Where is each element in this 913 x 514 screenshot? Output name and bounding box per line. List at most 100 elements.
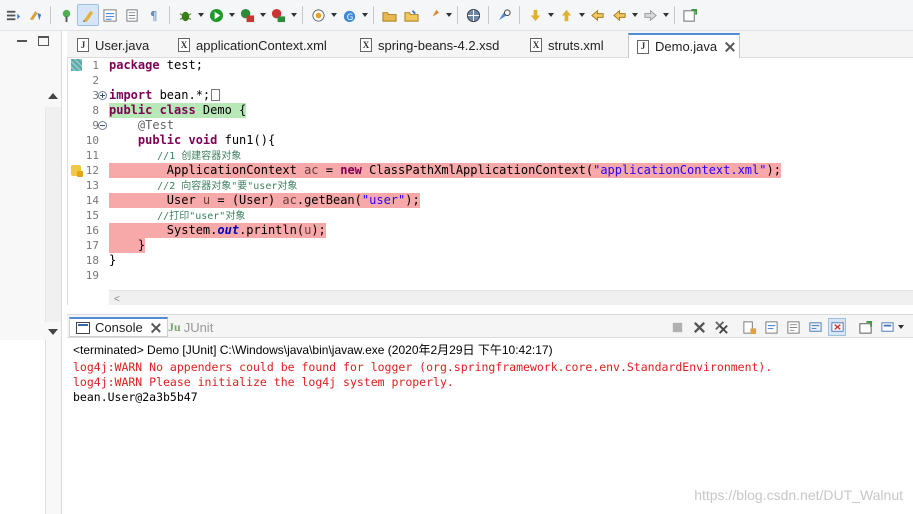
pin-icon[interactable] — [55, 4, 77, 26]
console-line: bean.User@2a3b5b47 — [73, 390, 198, 404]
web-browser-icon[interactable] — [462, 4, 484, 26]
java-file-icon: J — [77, 38, 89, 52]
toggle-view-icon[interactable] — [2, 4, 24, 26]
breadcrumb-icon[interactable] — [99, 4, 121, 26]
close-icon[interactable] — [725, 42, 735, 52]
coverage-icon[interactable] — [236, 4, 258, 26]
tab-user-java[interactable]: J User.java — [69, 33, 149, 57]
word-wrap-icon[interactable] — [762, 318, 780, 336]
tab-spring-beans-xsd[interactable]: X spring-beans-4.2.xsd — [352, 33, 499, 57]
console-output[interactable]: <terminated> Demo [JUnit] C:\Windows\jav… — [67, 338, 913, 514]
editor-tab-bar: J User.java X applicationContext.xml X s… — [67, 31, 913, 58]
junit-tab-label: JUnit — [183, 319, 214, 335]
tab-console[interactable]: Console — [69, 317, 168, 337]
launch-dropdown[interactable] — [444, 4, 453, 26]
vertical-scrollbar[interactable] — [45, 107, 61, 322]
watermark: https://blog.csdn.net/DUT_Walnut — [694, 487, 903, 503]
code-line: //2 向容器对象"要"user对象 — [109, 181, 298, 192]
display-selected-icon[interactable] — [806, 318, 824, 336]
tab-demo-java[interactable]: J Demo.java — [628, 33, 740, 58]
line-number: 18 — [85, 254, 99, 267]
external-tools-dropdown[interactable] — [289, 4, 298, 26]
toolbar-separator — [302, 6, 303, 24]
svg-text:¶: ¶ — [149, 9, 157, 23]
line-number: 2 — [92, 74, 99, 87]
new-java-class-dropdown[interactable] — [360, 4, 369, 26]
xml-file-icon: X — [530, 38, 542, 52]
back-dropdown[interactable] — [630, 4, 639, 26]
open-folder-icon[interactable] — [400, 4, 422, 26]
new-java-class-icon[interactable]: G — [338, 4, 360, 26]
block-selection-icon[interactable] — [121, 4, 143, 26]
tab-junit[interactable]: Ju JUnit — [168, 317, 213, 337]
back-icon[interactable] — [608, 4, 630, 26]
run-dropdown[interactable] — [227, 4, 236, 26]
expand-fold-icon[interactable] — [98, 91, 107, 100]
prev-annotation-dropdown[interactable] — [577, 4, 586, 26]
new-console-icon[interactable] — [878, 318, 896, 336]
tab-label: User.java — [95, 37, 150, 53]
debug-dropdown[interactable] — [196, 4, 205, 26]
horizontal-scrollbar[interactable]: < — [109, 290, 913, 305]
tab-application-context-xml[interactable]: X applicationContext.xml — [170, 33, 327, 57]
next-annotation-dropdown[interactable] — [546, 4, 555, 26]
external-tools-icon[interactable] — [267, 4, 289, 26]
forward-icon[interactable] — [639, 4, 661, 26]
console-icon — [76, 321, 90, 334]
next-annotation-icon[interactable] — [524, 4, 546, 26]
minimize-icon[interactable] — [17, 40, 27, 42]
xml-file-icon: X — [178, 38, 190, 52]
toolbar-separator — [519, 6, 520, 24]
mark-occurrences-icon[interactable] — [24, 4, 46, 26]
tab-struts-xml[interactable]: X struts.xml — [522, 33, 604, 57]
last-edit-icon[interactable] — [586, 4, 608, 26]
debug-icon[interactable] — [174, 4, 196, 26]
tab-label: spring-beans-4.2.xsd — [378, 37, 500, 53]
bookmark-icon — [71, 59, 82, 71]
pin-console-icon[interactable] — [784, 318, 802, 336]
line-number: 15 — [85, 209, 99, 222]
scroll-down-icon[interactable] — [48, 329, 58, 335]
coverage-dropdown[interactable] — [258, 4, 267, 26]
toolbar-separator — [674, 6, 675, 24]
terminate-icon[interactable] — [668, 318, 686, 336]
new-server-dropdown[interactable] — [329, 4, 338, 26]
folded-imports-icon[interactable] — [211, 89, 221, 101]
line-number: 16 — [85, 224, 99, 237]
code-line: } — [109, 238, 146, 253]
code-line: public class Demo { — [109, 103, 247, 118]
forward-dropdown[interactable] — [661, 4, 670, 26]
remove-launch-icon[interactable] — [690, 318, 708, 336]
remove-all-icon[interactable] — [712, 318, 730, 336]
code-area[interactable]: package test; import bean.*; public clas… — [109, 58, 899, 290]
console-tab-label: Console — [95, 320, 143, 335]
console-view-menu[interactable] — [896, 316, 905, 338]
tab-label: Demo.java — [655, 39, 718, 54]
search-icon[interactable] — [493, 4, 515, 26]
scroll-up-icon[interactable] — [48, 93, 58, 99]
new-server-icon[interactable] — [307, 4, 329, 26]
highlight-icon[interactable] — [77, 4, 99, 26]
terminated-label: <terminated> Demo [JUnit] C:\Windows\jav… — [73, 343, 553, 357]
code-line: import bean.*; — [109, 88, 221, 103]
launch-icon[interactable] — [422, 4, 444, 26]
open-type-icon[interactable] — [378, 4, 400, 26]
scroll-lock-icon[interactable] — [740, 318, 758, 336]
svg-text:G: G — [346, 12, 353, 22]
open-console-icon[interactable] — [856, 318, 874, 336]
collapse-fold-icon[interactable] — [98, 121, 107, 130]
line-number: 8 — [92, 104, 99, 117]
maximize-icon[interactable] — [38, 36, 49, 46]
left-lower-panel — [0, 340, 46, 514]
whitespace-icon[interactable]: ¶ — [143, 4, 165, 26]
run-icon[interactable] — [205, 4, 227, 26]
warning-icon[interactable] — [71, 165, 83, 177]
code-editor[interactable]: 1 2 3 8 9 10 11 12 13 14 15 16 17 18 19 … — [67, 58, 913, 305]
prev-annotation-icon[interactable] — [555, 4, 577, 26]
perspective-icon[interactable] — [679, 4, 701, 26]
close-icon[interactable] — [151, 323, 161, 333]
scroll-left-icon[interactable]: < — [114, 294, 120, 305]
show-on-output-icon[interactable] — [828, 318, 846, 336]
code-line: public void fun1(){ — [109, 133, 276, 147]
code-line: //打印"user"对象 — [109, 211, 246, 222]
